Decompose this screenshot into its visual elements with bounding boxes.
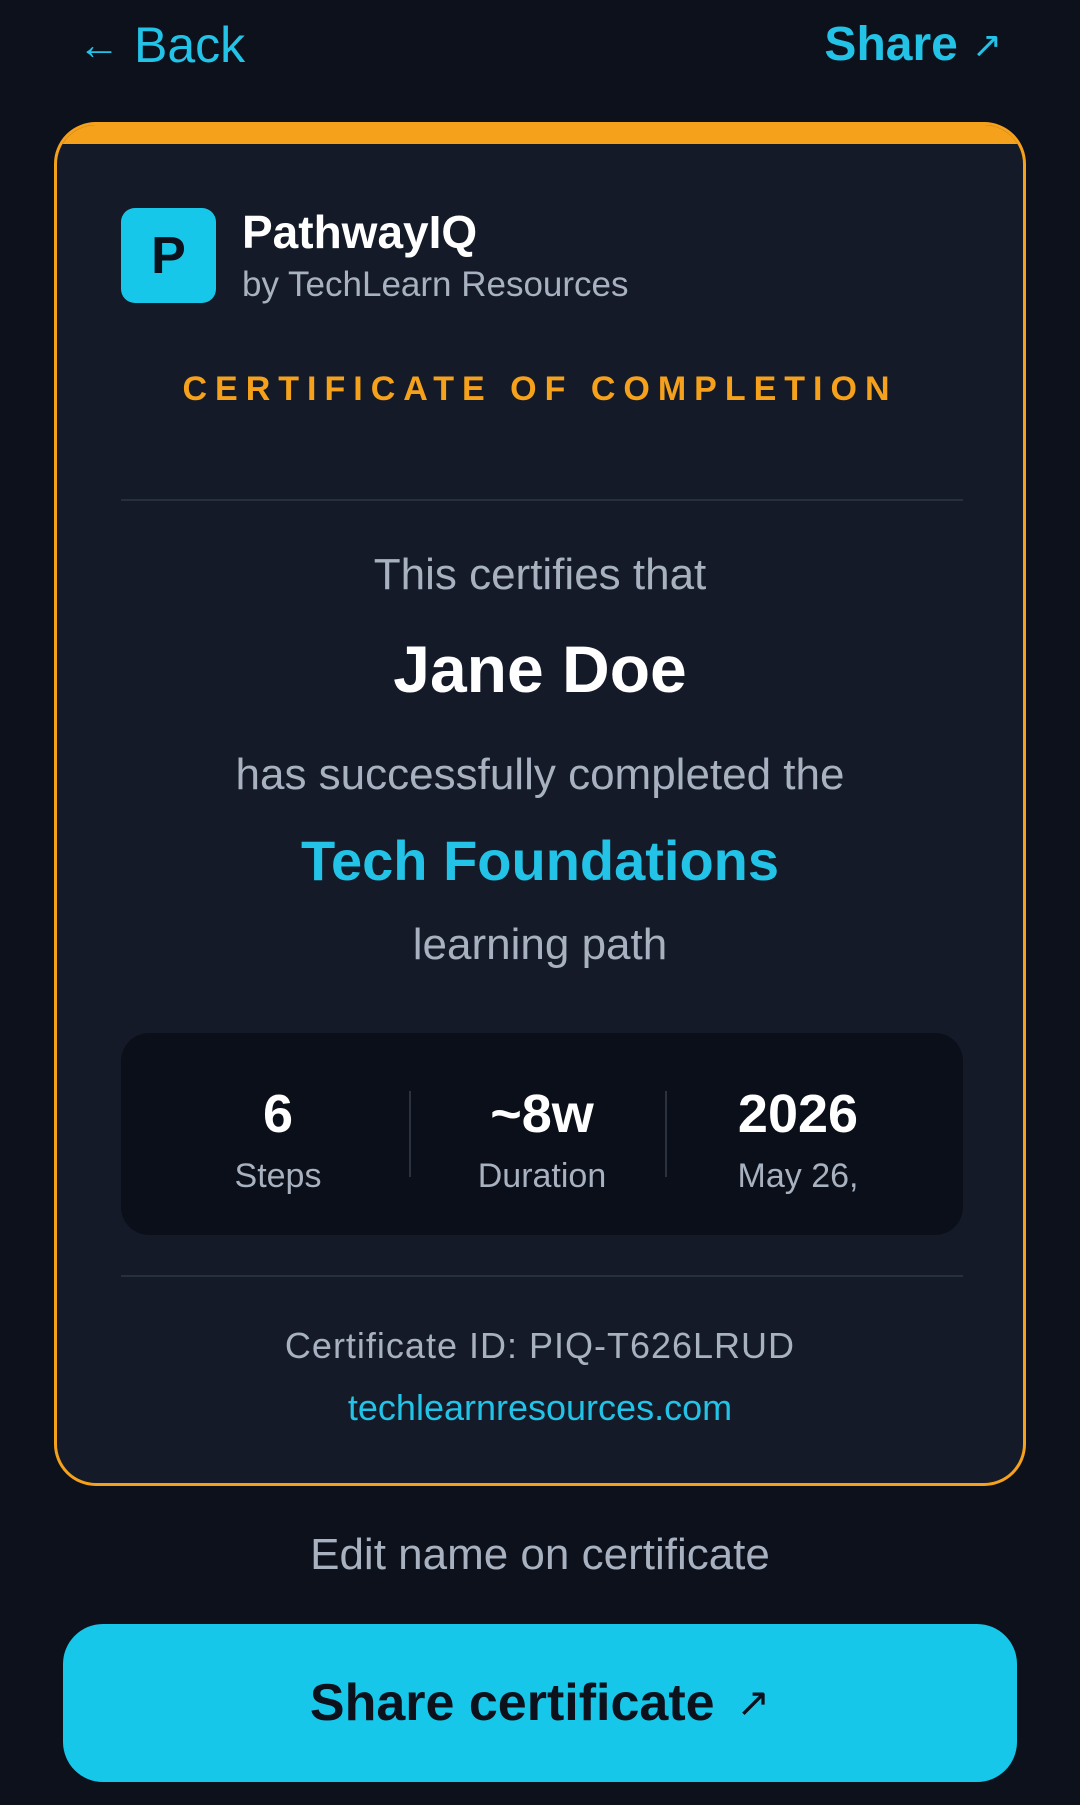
stat-date: 2026 May 26, (688, 1083, 908, 1196)
brand-header: P PathwayIQ by TechLearn Resources (121, 206, 629, 310)
edit-name-link[interactable]: Edit name on certificate (0, 1530, 1080, 1580)
stat-value: ~8w (490, 1084, 594, 1144)
stat-value: 2026 (737, 1084, 859, 1144)
stat-duration: ~8w Duration (432, 1083, 652, 1196)
stat-label: May 26, (737, 1157, 859, 1195)
brand-name: PathwayIQ (242, 206, 478, 258)
recipient-name: Jane Doe (393, 632, 687, 706)
stats-panel: 6 Steps ~8w Duration 2026 May 26, (121, 1033, 963, 1235)
divider-top (121, 499, 963, 501)
divider-bottom (121, 1275, 963, 1277)
stat-steps: 6 Steps (168, 1083, 388, 1196)
back-button[interactable]: ← Back (78, 14, 245, 76)
external-arrow-icon: ↗ (971, 24, 1002, 65)
top-bar: ← Back Share ↗ (0, 0, 1080, 95)
stat-separator (665, 1091, 667, 1177)
stat-separator (409, 1091, 411, 1177)
path-name: Tech Foundations (300, 829, 780, 892)
arrow-left-icon: ← (78, 21, 120, 68)
back-label: Back (134, 17, 246, 73)
stat-label: Steps (234, 1157, 322, 1195)
certifies-text: This certifies that (373, 550, 707, 599)
external-arrow-icon: ↗ (736, 1681, 771, 1725)
website-link[interactable]: techlearnresources.com (57, 1387, 1023, 1429)
certificate-card: P PathwayIQ by TechLearn Resources CERTI… (54, 122, 1026, 1486)
completed-text: has successfully completed the (235, 750, 845, 799)
brand-logo: P (121, 208, 216, 303)
card-accent-strip (57, 125, 1023, 144)
share-label: Share (824, 18, 958, 71)
brand-subtitle: by TechLearn Resources (242, 265, 629, 304)
stat-value: 6 (262, 1084, 294, 1144)
share-button[interactable]: Share ↗ (824, 14, 1002, 76)
share-certificate-label: Share certificate (309, 1674, 715, 1732)
stat-label: Duration (477, 1157, 607, 1195)
certificate-id: Certificate ID: PIQ-T626LRUD (284, 1325, 796, 1366)
share-certificate-button[interactable]: Share certificate ↗ (63, 1624, 1017, 1782)
path-suffix: learning path (412, 920, 668, 969)
certificate-title: CERTIFICATE OF COMPLETION (182, 370, 898, 408)
